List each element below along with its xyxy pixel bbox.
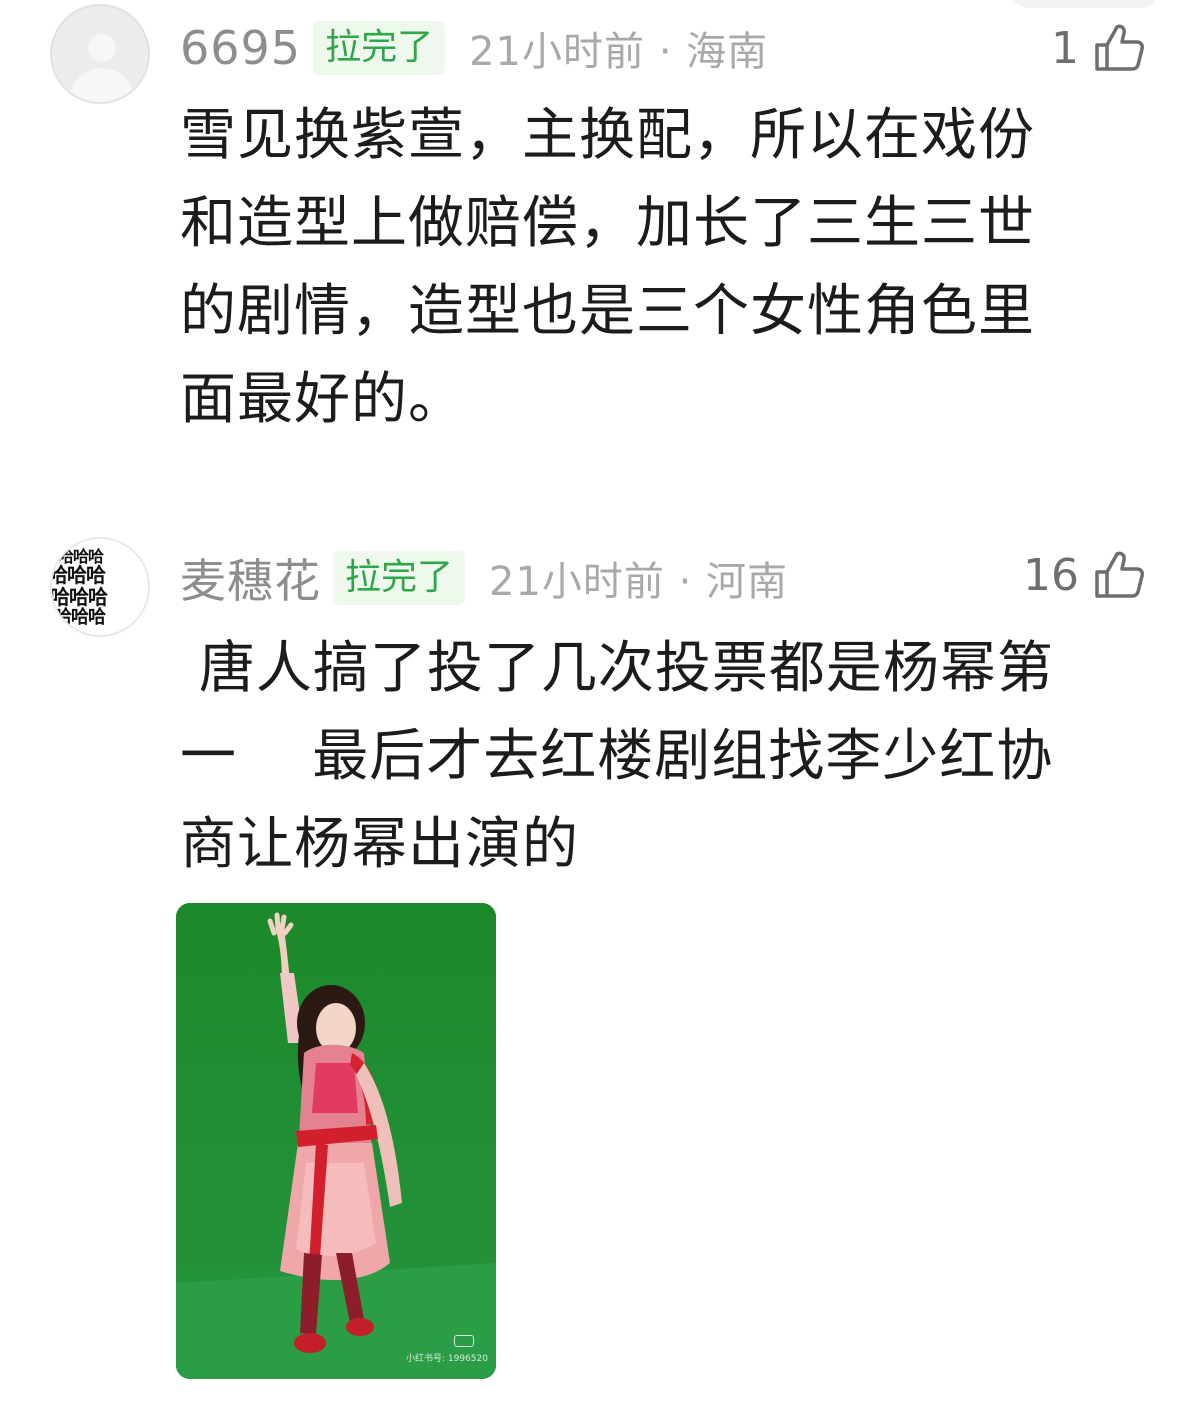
comment-meta: 21小时前 · 河南 bbox=[489, 559, 789, 605]
username[interactable]: 6695 bbox=[180, 21, 301, 75]
like-count: 1 bbox=[1051, 22, 1079, 74]
comment-text: 唐人搞了投了几次投票都是杨幂第 一 最后才去红楼剧组找李少红协 商让杨幂出演的 bbox=[180, 636, 1054, 877]
top-scroll-hint bbox=[1010, 0, 1160, 8]
like-button[interactable]: 16 bbox=[1023, 545, 1145, 605]
comment-header: 6695 拉完了 21小时前 · 海南 bbox=[180, 18, 768, 78]
thumbs-up-icon bbox=[1095, 24, 1144, 71]
like-count: 16 bbox=[1023, 549, 1079, 601]
status-badge: 拉完了 bbox=[333, 551, 466, 605]
avatar-placeholder-icon bbox=[88, 34, 116, 62]
status-badge: 拉完了 bbox=[313, 21, 446, 75]
thumbs-up-icon bbox=[1095, 551, 1144, 598]
comment-text: 雪见换紫萱，主换配，所以在戏份 和造型上做赔偿，加长了三生三世 的剧情，造型也是… bbox=[180, 103, 1035, 432]
comment-meta: 21小时前 · 海南 bbox=[469, 29, 769, 75]
photo-figure bbox=[176, 903, 496, 1379]
comment-image[interactable]: 小红书号: 1996520 bbox=[176, 903, 496, 1379]
comment-header: 麦穗花 拉完了 21小时前 · 河南 bbox=[180, 548, 788, 608]
like-button[interactable]: 1 bbox=[1051, 18, 1145, 78]
avatar[interactable] bbox=[50, 4, 150, 104]
avatar[interactable]: 哈哈哈 哈哈哈 哈哈哈 哈哈哈 bbox=[50, 537, 150, 637]
watermark-logo-icon bbox=[454, 1335, 474, 1347]
image-watermark: 小红书号: 1996520 bbox=[406, 1354, 488, 1364]
username[interactable]: 麦穗花 bbox=[180, 545, 321, 611]
